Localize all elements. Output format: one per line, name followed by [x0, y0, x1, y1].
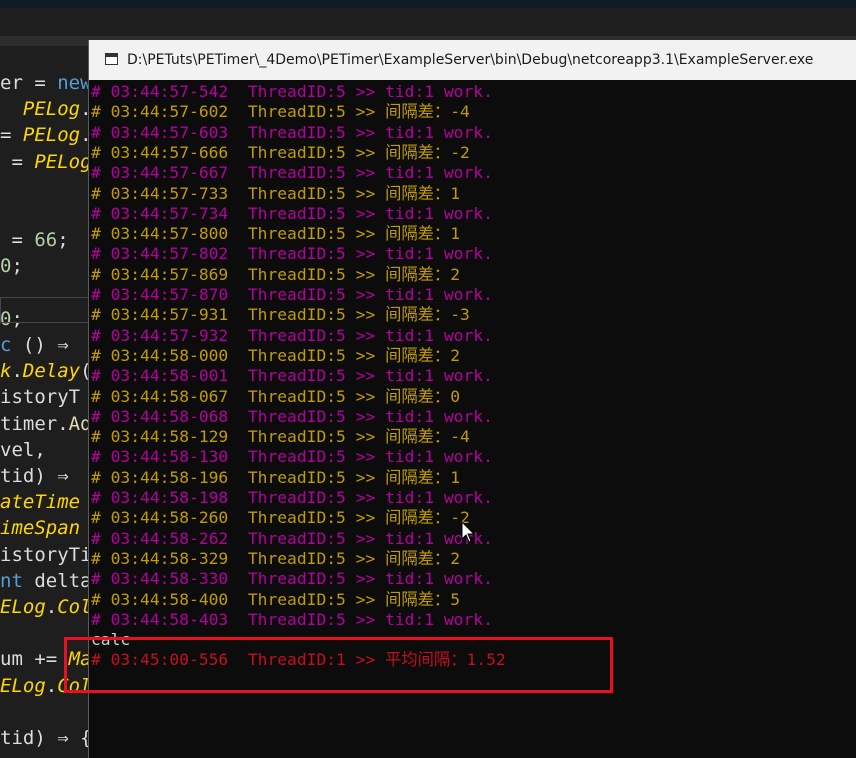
- log-line: # 03:44:58-403 ThreadID:5 >> tid:1 work.: [91, 609, 493, 629]
- code-token: istoryT: [0, 386, 81, 409]
- code-token: .: [11, 360, 23, 383]
- code-line: = PELog.: [0, 122, 92, 148]
- log-line: # 03:44:57-802 ThreadID:5 >> tid:1 work.: [91, 244, 493, 264]
- code-token: PELog: [22, 124, 81, 147]
- log-line: # 03:44:57-667 ThreadID:5 >> tid:1 work.: [91, 163, 493, 183]
- code-token: .: [45, 674, 58, 697]
- code-token: ;: [11, 255, 23, 278]
- code-token: new: [57, 72, 92, 94]
- current-line-highlight: [0, 297, 90, 323]
- log-line: # 03:44:57-733 ThreadID:5 >> 间隔差：1: [91, 183, 460, 203]
- code-line: timer.Ad: [0, 411, 92, 437]
- code-token: .: [45, 596, 58, 618]
- log-line: # 03:44:57-869 ThreadID:5 >> 间隔差：2: [91, 264, 460, 284]
- ide-title-bar: [0, 0, 856, 36]
- code-token: () ⇒: [11, 334, 69, 356]
- log-line: # 03:44:58-130 ThreadID:5 >> tid:1 work.: [91, 447, 493, 467]
- code-token: vel,: [0, 438, 46, 461]
- log-line: # 03:44:57-800 ThreadID:5 >> 间隔差：1: [91, 224, 460, 244]
- code-token: nt: [0, 569, 23, 592]
- log-line: # 03:44:57-932 ThreadID:5 >> tid:1 work.: [91, 325, 493, 345]
- code-token: =: [0, 150, 35, 173]
- code-line: c () ⇒: [0, 332, 69, 358]
- code-token: timer.: [0, 412, 69, 435]
- code-line: istoryTi: [0, 542, 92, 568]
- log-line: # 03:44:58-129 ThreadID:5 >> 间隔差：-4: [91, 427, 470, 447]
- code-line: istoryT: [0, 384, 80, 410]
- code-line: er = new: [0, 70, 92, 96]
- code-token: tid) ⇒ {: [0, 727, 92, 749]
- arrow-cursor-icon: [461, 521, 476, 543]
- code-token: istoryTi: [0, 543, 92, 566]
- log-line: # 03:44:58-067 ThreadID:5 >> 间隔差：0: [91, 386, 460, 406]
- log-line: # 03:44:58-329 ThreadID:5 >> 间隔差：2: [91, 548, 460, 568]
- console-title: D:\PETuts\PETimer\_4Demo\PETimer\Example…: [127, 52, 814, 68]
- log-line: # 03:44:58-330 ThreadID:5 >> tid:1 work.: [91, 569, 493, 589]
- console-title-bar[interactable]: D:\PETuts\PETimer\_4Demo\PETimer\Example…: [89, 40, 856, 80]
- code-line: vel,: [0, 437, 46, 463]
- code-token: PELog: [34, 150, 92, 173]
- log-line: # 03:44:57-542 ThreadID:5 >> tid:1 work.: [91, 82, 493, 101]
- code-line: = PELog: [0, 149, 92, 175]
- code-token: ateTime: [0, 491, 81, 514]
- code-token: delta: [22, 569, 92, 592]
- code-line: k.Delay(: [0, 358, 92, 384]
- code-line: imeSpan: [0, 515, 80, 541]
- log-line: # 03:44:57-870 ThreadID:5 >> tid:1 work.: [91, 285, 493, 304]
- code-line: = 66;: [0, 227, 69, 253]
- code-line: ELog.Col: [0, 594, 92, 620]
- console-window-icon: [105, 53, 118, 65]
- code-token: PELog: [22, 98, 81, 121]
- log-line: # 03:44:57-931 ThreadID:5 >> 间隔差：-3: [91, 305, 470, 325]
- code-token: Delay: [22, 360, 81, 383]
- code-line: nt delta: [0, 568, 92, 594]
- log-line: # 03:44:57-734 ThreadID:5 >> tid:1 work.: [91, 203, 493, 223]
- log-line: # 03:44:57-602 ThreadID:5 >> 间隔差：-4: [91, 102, 470, 122]
- code-token: =: [0, 229, 35, 252]
- code-token: Col: [57, 596, 92, 618]
- code-line: 0;: [0, 253, 23, 279]
- log-line: # 03:44:58-001 ThreadID:5 >> tid:1 work.: [91, 366, 493, 386]
- code-token: ELog: [0, 596, 46, 618]
- log-line: # 03:44:57-603 ThreadID:5 >> tid:1 work.: [91, 122, 493, 142]
- code-token: c: [0, 334, 12, 356]
- highlight-box: [64, 637, 613, 693]
- log-line: # 03:44:58-400 ThreadID:5 >> 间隔差：5: [91, 589, 460, 609]
- log-line: # 03:44:58-260 ThreadID:5 >> 间隔差：-2: [91, 508, 470, 528]
- code-token: k: [0, 360, 12, 383]
- ide-top-stripe: [0, 0, 856, 8]
- code-token: 66: [34, 229, 58, 252]
- log-line: # 03:44:58-198 ThreadID:5 >> tid:1 work.: [91, 488, 493, 507]
- log-line: # 03:44:58-196 ThreadID:5 >> 间隔差：1: [91, 467, 460, 487]
- log-line: # 03:44:58-068 ThreadID:5 >> tid:1 work.: [91, 406, 493, 426]
- log-line: # 03:44:57-666 ThreadID:5 >> 间隔差：-2: [91, 142, 470, 162]
- log-line: # 03:44:58-000 ThreadID:5 >> 间隔差：2: [91, 345, 460, 365]
- code-token: imeSpan: [0, 517, 81, 540]
- code-line: tid) ⇒ {: [0, 725, 92, 751]
- code-token: tid) ⇒: [0, 465, 69, 487]
- code-token: =: [0, 124, 23, 147]
- code-token: ;: [57, 229, 69, 252]
- code-line: tid) ⇒: [0, 463, 69, 489]
- code-token: 0: [0, 255, 12, 278]
- log-line: # 03:44:58-262 ThreadID:5 >> tid:1 work.: [91, 528, 493, 548]
- code-line: ateTime: [0, 489, 80, 515]
- code-token: er =: [0, 72, 58, 94]
- code-token: ELog: [0, 674, 46, 697]
- code-token: um +=: [0, 648, 69, 671]
